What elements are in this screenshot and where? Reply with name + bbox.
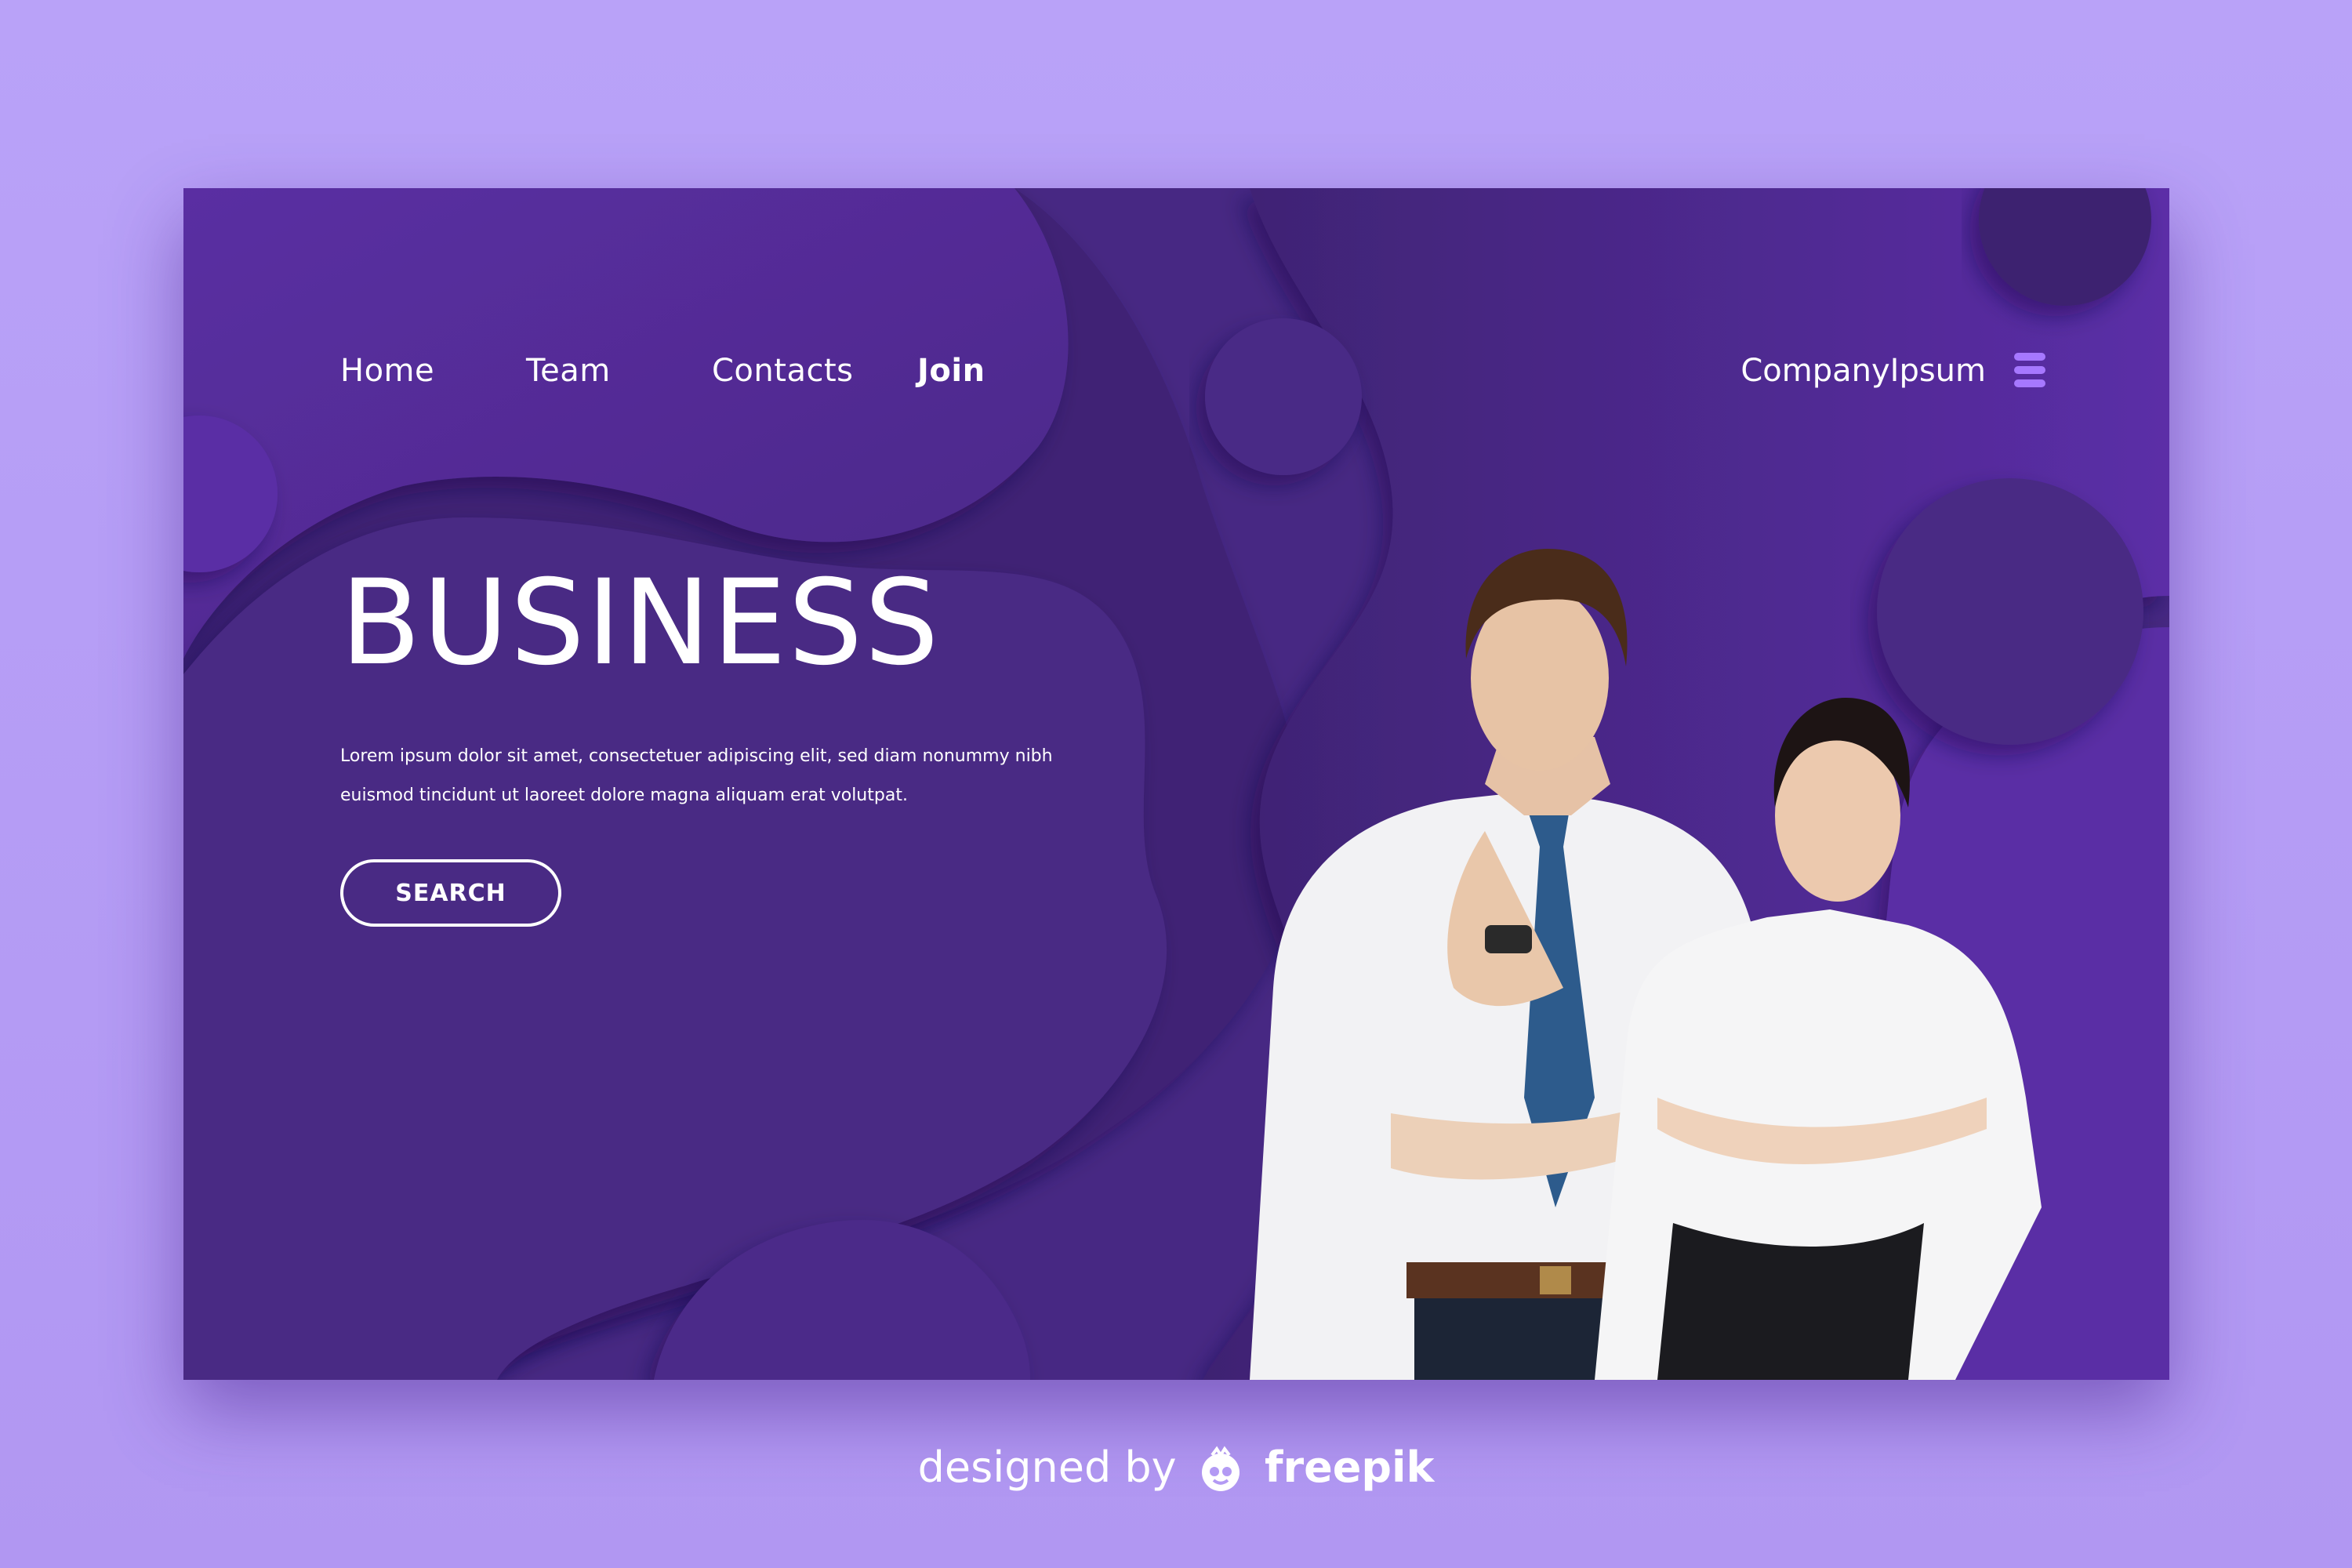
nav-link-home[interactable]: Home (340, 353, 434, 389)
hero-description-line-2: euismod tincidunt ut laoreet dolore magn… (340, 786, 908, 805)
nav-link-join[interactable]: Join (917, 353, 985, 389)
hero-title: BUSINESS (340, 555, 941, 691)
landing-card: Home Team Contacts Join CompanyIpsum BUS… (183, 188, 2169, 1380)
hero-description: Lorem ipsum dolor sit amet, consectetuer… (340, 737, 1124, 815)
top-nav: Home Team Contacts Join CompanyIpsum (183, 353, 2169, 400)
nav-link-contacts[interactable]: Contacts (712, 353, 853, 389)
brand-name: CompanyIpsum (1740, 353, 1986, 389)
hamburger-icon[interactable] (2014, 353, 2045, 387)
footer-credit: designed by freepik (0, 1443, 2352, 1494)
footer-prefix: designed by (917, 1443, 1177, 1492)
search-button[interactable]: SEARCH (340, 859, 561, 927)
woman-figure (1595, 698, 2042, 1380)
nav-link-team[interactable]: Team (526, 353, 611, 389)
footer-brand[interactable]: freepik (1265, 1443, 1434, 1492)
business-people-photo (1250, 549, 2042, 1380)
hero-description-line-1: Lorem ipsum dolor sit amet, consectetuer… (340, 746, 1053, 766)
freepik-logo-icon (1201, 1446, 1240, 1492)
